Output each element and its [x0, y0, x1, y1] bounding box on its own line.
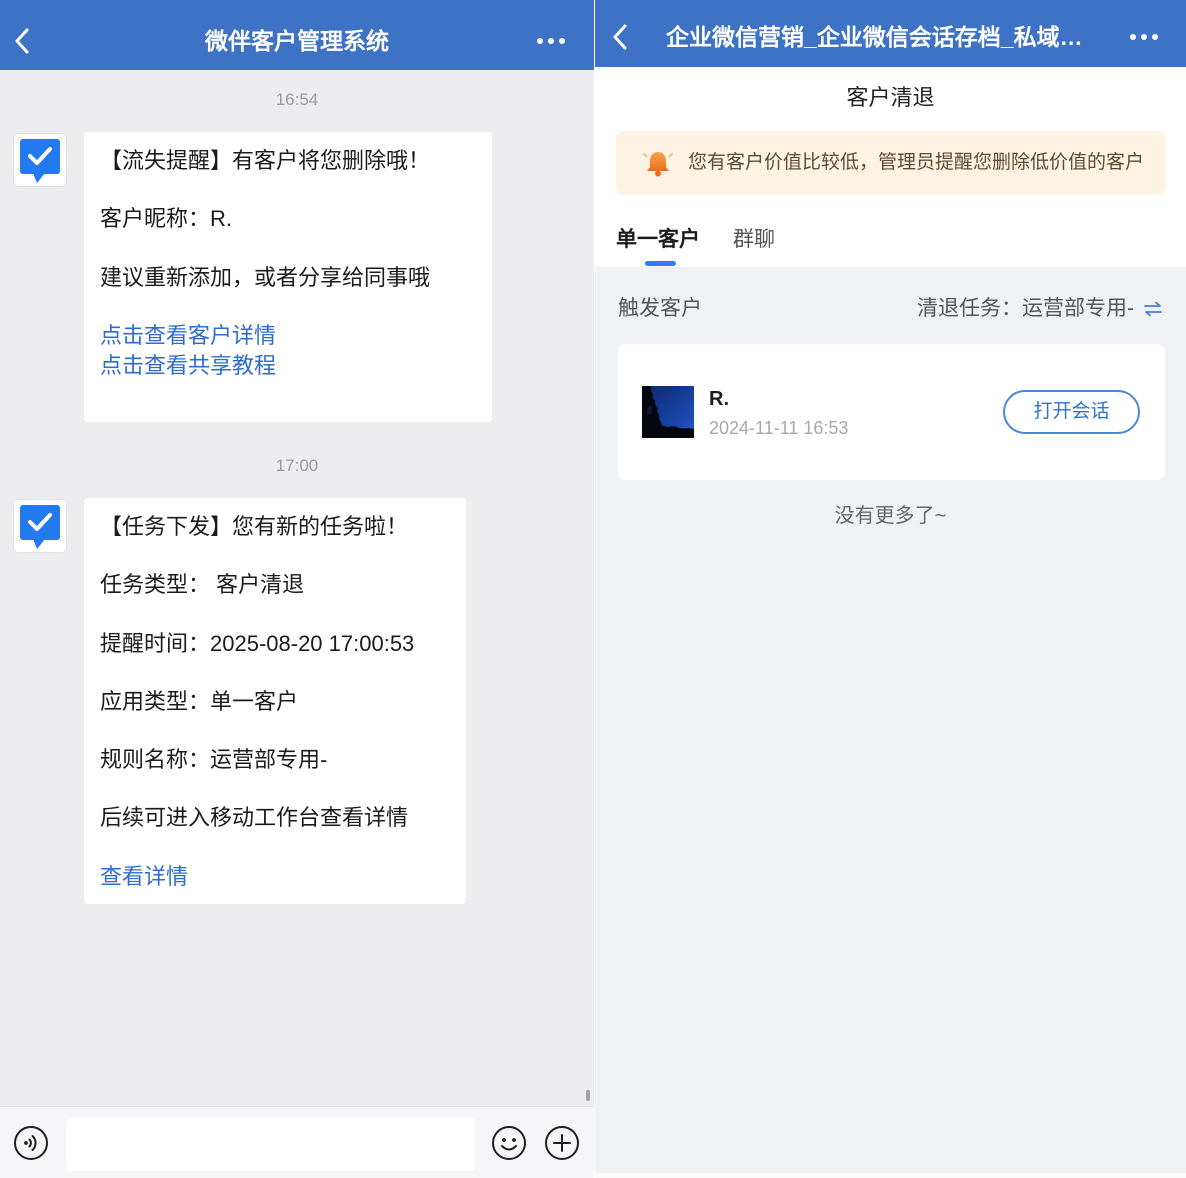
- page-header-title: 企业微信营销_企业微信会话存档_私域…: [666, 24, 1083, 50]
- open-conversation-button[interactable]: 打开会话: [1003, 390, 1140, 434]
- customer-avatar[interactable]: [642, 386, 694, 438]
- customer-detail-link[interactable]: 点击查看客户详情: [100, 321, 478, 351]
- active-tab-indicator: [645, 261, 676, 266]
- customer-card[interactable]: R. 2024-11-11 16:53 打开会话: [618, 344, 1165, 480]
- notice-banner: 您有客户价值比较低，管理员提醒您删除低价值的客户: [616, 131, 1166, 195]
- message-timestamp: 16:54: [275, 90, 319, 109]
- more-icon: [537, 38, 565, 44]
- voice-icon: [14, 1126, 48, 1160]
- task-filter-label: 清退任务：运营部专用-: [917, 297, 1134, 320]
- message-line: 任务类型： 客户清退: [100, 572, 305, 598]
- more-button[interactable]: [534, 26, 568, 56]
- more-button[interactable]: [1127, 22, 1161, 52]
- message-bubble: 【任务下发】您有新的任务啦！ 任务类型： 客户清退 提醒时间：2025-08-2…: [84, 498, 466, 904]
- bell-icon: [640, 147, 676, 179]
- message-line: 应用类型：单一客户: [100, 688, 299, 714]
- notice-text: 您有客户价值比较低，管理员提醒您删除低价值的客户: [688, 152, 1145, 173]
- message-input-bar: [0, 1106, 594, 1178]
- plus-icon: [545, 1126, 579, 1160]
- message-line: 规则名称：运营部专用-: [100, 747, 328, 773]
- page-top-section: 客户清退 您有客户价值比较低，管理员提醒您删除低价值的客户 单一客户 群聊: [595, 67, 1186, 267]
- list-end-text: 没有更多了~: [834, 505, 947, 527]
- emoji-icon: [492, 1126, 526, 1160]
- scroll-indicator[interactable]: [586, 1090, 590, 1101]
- message-line: 建议重新添加，或者分享给同事哦: [100, 264, 431, 290]
- chat-screen: 微伴客户管理系统 16:54 【流失提醒】有客户将您删除哦！ 客户昵称：R. 建…: [0, 0, 594, 1178]
- voice-button[interactable]: [13, 1125, 49, 1161]
- section-label: 触发客户: [618, 297, 702, 320]
- message-input[interactable]: [66, 1118, 475, 1171]
- chevron-left-icon: [613, 24, 627, 50]
- page-header: 企业微信营销_企业微信会话存档_私域…: [595, 0, 1186, 67]
- message-line: 【任务下发】您有新的任务啦！: [100, 514, 409, 539]
- checkmark-chat-icon: [20, 139, 60, 183]
- message-timestamp: 17:00: [275, 456, 319, 475]
- message-line: 提醒时间：2025-08-20 17:00:53: [100, 630, 415, 656]
- customer-removal-screen: 企业微信营销_企业微信会话存档_私域… 客户清退 您有客户价值比较低，管理员提醒…: [595, 0, 1186, 1178]
- sender-avatar[interactable]: [14, 500, 66, 552]
- customer-name: R.: [709, 388, 729, 410]
- chat-header: 微伴客户管理系统: [0, 0, 594, 70]
- task-filter-selector[interactable]: 清退任务：运营部专用-: [917, 296, 1162, 322]
- message-line: 后续可进入移动工作台查看详情: [100, 805, 409, 831]
- tab-group-chat[interactable]: 群聊: [733, 227, 775, 253]
- message-bubble: 【流失提醒】有客户将您删除哦！ 客户昵称：R. 建议重新添加，或者分享给同事哦 …: [84, 132, 492, 422]
- view-details-link[interactable]: 查看详情: [100, 862, 452, 892]
- back-button[interactable]: [608, 22, 632, 52]
- page-title: 客户清退: [846, 85, 935, 110]
- customer-trigger-time: 2024-11-11 16:53: [709, 418, 849, 438]
- share-tutorial-link[interactable]: 点击查看共享教程: [100, 351, 478, 381]
- more-actions-button[interactable]: [544, 1125, 580, 1161]
- swap-icon: [1144, 301, 1162, 317]
- sender-avatar[interactable]: [14, 134, 66, 186]
- message-line: 客户昵称：R.: [100, 206, 233, 232]
- chat-title: 微伴客户管理系统: [205, 28, 389, 54]
- tab-single-customer[interactable]: 单一客户: [616, 227, 700, 253]
- more-icon: [1130, 34, 1158, 40]
- emoji-button[interactable]: [491, 1125, 527, 1161]
- checkmark-chat-icon: [20, 505, 60, 549]
- bottom-safe-area: [595, 1173, 1186, 1178]
- message-line: 【流失提醒】有客户将您删除哦！: [100, 148, 431, 173]
